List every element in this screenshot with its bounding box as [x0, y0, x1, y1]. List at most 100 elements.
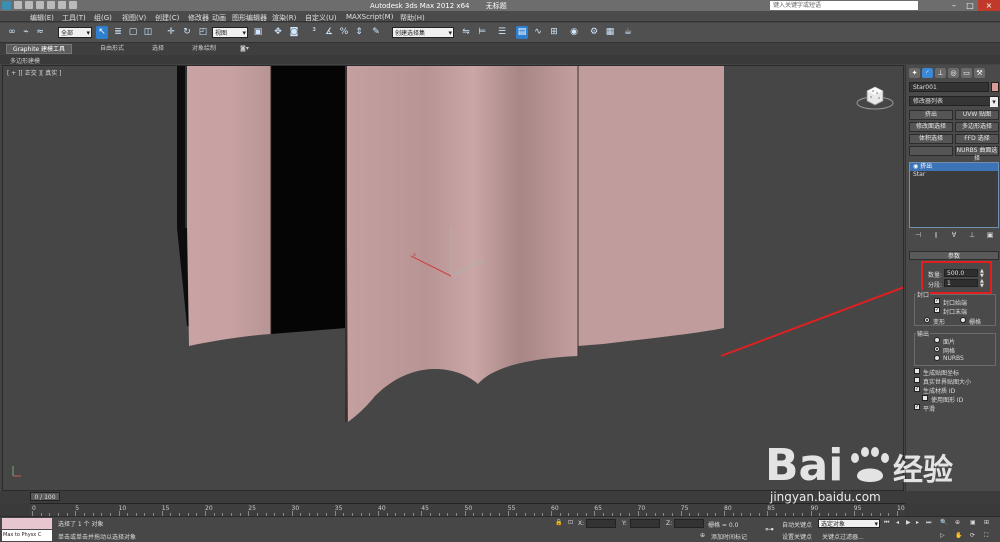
remove-modifier-icon[interactable]: ⊥	[967, 231, 977, 240]
modifier-empty-button[interactable]	[909, 146, 953, 156]
minimize-button[interactable]: –	[946, 0, 962, 11]
snaps-toggle-icon[interactable]: ³	[308, 26, 320, 39]
set-key-button[interactable]: 设置关键点	[782, 532, 812, 541]
graphite-toggle-icon[interactable]: ▤	[516, 26, 528, 39]
undo-icon[interactable]	[47, 1, 55, 9]
maximize-button[interactable]: □	[962, 0, 978, 11]
rotate-icon[interactable]: ↻	[181, 26, 193, 39]
bind-spacewarp-icon[interactable]: ≈	[34, 26, 46, 39]
utilities-tab-icon[interactable]: ⚒	[974, 68, 985, 78]
prev-frame-icon[interactable]: ◂	[896, 519, 899, 526]
key-filters-button[interactable]: 关键点过滤器...	[822, 532, 864, 541]
save-file-icon[interactable]	[36, 1, 44, 9]
align-icon[interactable]: ⊨	[476, 26, 488, 39]
stack-item-extrude[interactable]: ◉ 挤出	[910, 163, 998, 171]
select-object-icon[interactable]: ↖	[96, 26, 108, 39]
real-world-map-checkbox[interactable]	[914, 377, 920, 383]
ribbon-options-icon[interactable]: ◙▾	[240, 44, 249, 54]
parameters-rollout-header[interactable]: 参数	[909, 251, 999, 260]
render-setup-icon[interactable]: ⚙	[588, 26, 600, 39]
menu-modifiers[interactable]: 修改器	[188, 13, 209, 23]
edit-named-selection-icon[interactable]: ✎	[370, 26, 382, 39]
motion-tab-icon[interactable]: ◎	[948, 68, 959, 78]
time-slider[interactable]: 0 / 100	[30, 492, 60, 501]
track-bar[interactable]: 0 5 10 15 20 25 30 35 40 45 50 55 60 65 70 75 80 85 90 95 10…	[30, 503, 908, 516]
menu-help[interactable]: 帮助(H)	[400, 13, 425, 23]
pin-stack-icon[interactable]: ⊣	[913, 231, 923, 240]
menu-tools[interactable]: 工具(T)	[62, 13, 86, 23]
polygon-modeling-panel[interactable]: 多边形建模	[10, 56, 40, 65]
play-icon[interactable]: ▶	[906, 519, 911, 526]
make-unique-icon[interactable]: ∀	[949, 231, 959, 240]
keyboard-shortcut-icon[interactable]: ◙	[288, 26, 300, 39]
morph-radio[interactable]	[924, 317, 930, 323]
hierarchy-tab-icon[interactable]: ⊥	[935, 68, 946, 78]
zoom-all-icon[interactable]: ⊕	[955, 519, 960, 526]
pivot-center-icon[interactable]: ▣	[252, 26, 264, 39]
abs-mode-icon[interactable]: ⊡	[568, 519, 573, 526]
render-teapot-icon[interactable]: ☕	[622, 26, 634, 39]
mirror-icon[interactable]: ⇋	[460, 26, 472, 39]
modifier-ffd-select-button[interactable]: FFD 选择	[955, 134, 999, 144]
key-icon[interactable]: ⊶	[765, 525, 774, 535]
next-frame-icon[interactable]: ▸	[916, 519, 919, 526]
close-button[interactable]: ×	[978, 0, 1000, 11]
selected-set-dropdown[interactable]: 选定对象	[818, 519, 880, 529]
material-editor-icon[interactable]: ◉	[568, 26, 580, 39]
gen-map-coords-checkbox[interactable]	[914, 368, 920, 374]
menu-maxscript[interactable]: MAXScript(M)	[346, 13, 393, 21]
field-of-view-icon[interactable]: ▷	[940, 532, 945, 539]
percent-snap-icon[interactable]: %	[338, 26, 350, 39]
orbit-icon[interactable]: ⟳	[970, 532, 975, 539]
modifier-list-dropdown[interactable]: 修改器列表	[909, 96, 999, 107]
angle-snap-icon[interactable]: ∡	[323, 26, 335, 39]
menu-graph-editors[interactable]: 图形编辑器	[232, 13, 267, 23]
named-selection-dropdown[interactable]: 创建选择集	[392, 27, 454, 39]
display-tab-icon[interactable]: ▭	[961, 68, 972, 78]
mesh-radio[interactable]	[934, 346, 940, 352]
maxscript-mini-output[interactable]: Max to Physx C	[2, 530, 52, 541]
modifier-mesh-select-button[interactable]: 修改面选择	[909, 122, 953, 132]
y-coordinate-field[interactable]	[630, 519, 660, 528]
configure-sets-icon[interactable]: ▣	[985, 231, 995, 240]
scale-icon[interactable]: ◰	[197, 26, 209, 39]
stack-item-star[interactable]: Star	[910, 171, 998, 179]
x-coordinate-field[interactable]	[586, 519, 616, 528]
cap-start-checkbox[interactable]: ✓	[934, 298, 940, 304]
zoom-extents-all-icon[interactable]: ⊞	[984, 519, 989, 526]
goto-start-icon[interactable]: ⏮	[884, 519, 889, 527]
nurbs-radio[interactable]	[934, 355, 940, 361]
curve-editor-icon[interactable]: ∿	[532, 26, 544, 39]
goto-end-icon[interactable]: ⏭	[926, 519, 931, 527]
auto-key-button[interactable]: 自动关键点	[782, 520, 812, 529]
menu-edit[interactable]: 编辑(E)	[30, 13, 54, 23]
show-end-result-icon[interactable]: ⫾	[931, 231, 941, 240]
selection-filter-dropdown[interactable]: 全部	[58, 27, 92, 39]
create-tab-icon[interactable]: ✦	[909, 68, 920, 78]
move-icon[interactable]: ✛	[165, 26, 177, 39]
object-color-swatch[interactable]	[991, 82, 999, 92]
modifier-stack[interactable]: ◉ 挤出 Star	[909, 162, 999, 228]
unlink-icon[interactable]: ⌁	[20, 26, 32, 39]
select-manipulate-icon[interactable]: ✥	[272, 26, 284, 39]
tab-selection[interactable]: 选择	[152, 44, 164, 54]
app-menu-icon[interactable]	[2, 1, 11, 10]
curve-editor-mini-icon[interactable]	[0, 503, 30, 516]
schematic-view-icon[interactable]: ⊞	[548, 26, 560, 39]
project-folder-icon[interactable]	[69, 1, 77, 9]
zoom-extents-icon[interactable]: ▣	[970, 519, 976, 526]
tab-graphite-modeling[interactable]: Graphite 建模工具	[6, 44, 73, 54]
maximize-viewport-icon[interactable]: ⛶	[984, 532, 988, 540]
layer-manager-icon[interactable]: ☰	[496, 26, 508, 39]
menu-rendering[interactable]: 渲染(R)	[272, 13, 296, 23]
patch-radio[interactable]	[934, 337, 940, 343]
link-icon[interactable]: ∞	[6, 26, 18, 39]
menu-group[interactable]: 组(G)	[94, 13, 112, 23]
menu-customize[interactable]: 自定义(U)	[305, 13, 337, 23]
viewcube-icon[interactable]	[855, 81, 895, 111]
new-file-icon[interactable]	[14, 1, 22, 9]
pan-icon[interactable]: ✋	[955, 532, 962, 539]
grid-radio[interactable]	[960, 317, 966, 323]
zoom-icon[interactable]: 🔍	[940, 519, 947, 526]
lock-selection-icon[interactable]: 🔒	[555, 519, 562, 526]
